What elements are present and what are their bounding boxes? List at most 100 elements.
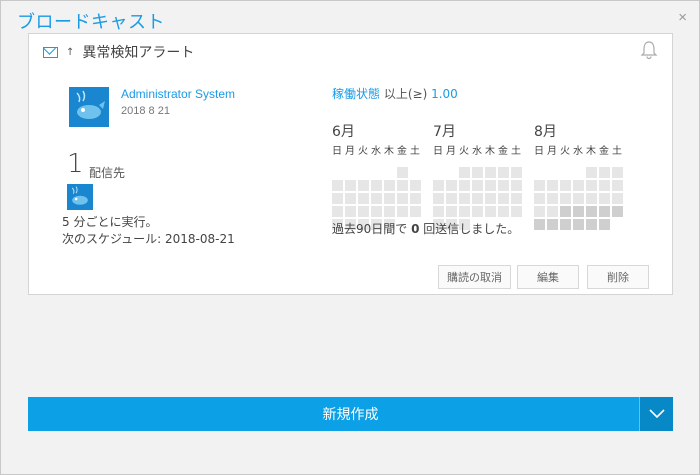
heatmap-cell [586,180,597,191]
up-arrow-icon: ↑ [66,46,75,58]
heatmap-cell [384,180,395,191]
heatmap-cell [612,219,623,230]
new-broadcast-button[interactable]: 新規作成 [28,397,673,431]
heatmap-cell [511,167,522,178]
run-interval: 5 分ごとに実行。 [62,215,158,229]
dialog-title: ブロードキャスト [17,12,165,33]
author-avatar [69,87,109,127]
heatmap-cell [485,206,496,217]
author-name[interactable]: Administrator System [121,87,235,101]
heatmap-cell [547,219,558,230]
heatmap-cell [534,167,545,178]
heatmap-cell [358,180,369,191]
heatmap-cell [384,193,395,204]
weekday-label: 土 [511,146,521,157]
heatmap-cell [511,206,522,217]
weekday-label: 金 [397,146,407,157]
heatmap-cell [397,193,408,204]
heatmap-cell [371,167,382,178]
heatmap-cell [612,193,623,204]
condition-value: 1.00 [431,87,458,101]
weekday-label: 金 [498,146,508,157]
weekday-label: 木 [485,146,495,157]
weekday-label: 土 [410,146,420,157]
weekday-label: 水 [472,146,482,157]
weekday-label: 日 [534,146,544,157]
heatmap-cell [547,193,558,204]
card-header: ↑ 異常検知アラート [43,42,194,62]
heatmap-cell [459,180,470,191]
heatmap-cell [498,167,509,178]
unsubscribe-button[interactable]: 購読の取消 [438,265,511,289]
edit-button[interactable]: 編集 [517,265,579,289]
weekday-label: 月 [547,146,557,157]
month-label: 6月 [332,124,355,140]
heatmap-cell [586,219,597,230]
heatmap-cell [547,206,558,217]
heatmap-cell [599,206,610,217]
heatmap-cell [560,167,571,178]
heatmap-cell [485,167,496,178]
heatmap-cell [446,180,457,191]
weekday-label: 水 [573,146,583,157]
month-label: 8月 [534,124,557,140]
weekday-label: 水 [371,146,381,157]
heatmap-cell [498,180,509,191]
heatmap-cell [612,180,623,191]
heatmap-cell [472,193,483,204]
heatmap-cell [433,206,444,217]
condition-metric[interactable]: 稼働状態 [332,87,380,101]
weekday-label: 日 [433,146,443,157]
heatmap-cell [586,206,597,217]
heatmap-cell [446,193,457,204]
condition-operator: 以上(≥) [380,87,432,101]
heatmap-cell [534,206,545,217]
weekday-label: 月 [446,146,456,157]
calendar-month-july: 7月 日月火水木金土 [433,121,524,230]
heatmap-cell [410,206,421,217]
heatmap-cell [472,167,483,178]
heatmap-cell [612,167,623,178]
author-date: 2018 8 21 [121,105,170,117]
weekday-row: 日月火水木金土 [534,142,625,157]
month-label: 7月 [433,124,456,140]
recipient-count: 1 [67,149,84,179]
heatmap-cell [332,180,343,191]
heatmap-cell [371,193,382,204]
heatmap-cell [560,180,571,191]
heatmap-cell [534,219,545,230]
chevron-down-icon[interactable] [639,397,673,431]
heatmap-cell [472,180,483,191]
heatmap-cell [560,193,571,204]
heatmap-cell [547,180,558,191]
heatmap-cell [599,193,610,204]
heatmap-cell [472,206,483,217]
heatmap-cell [332,193,343,204]
weekday-label: 火 [459,146,469,157]
heatmap-cell [485,180,496,191]
weekday-row: 日月火水木金土 [332,142,423,157]
recipient-label: 配信先 [89,166,126,180]
schedule-info: 5 分ごとに実行。 次のスケジュール: 2018-08-21 [62,214,235,248]
heatmap-cell [511,193,522,204]
close-icon[interactable]: × [678,9,687,26]
alert-title: 異常検知アラート [82,45,195,61]
heatmap-cell [599,167,610,178]
heatmap-cell [498,193,509,204]
heatmap-cell [599,219,610,230]
weekday-label: 日 [332,146,342,157]
heatmap-cell [397,167,408,178]
heatmap-cell [534,193,545,204]
heatmap-cell [384,167,395,178]
heatmap-cell [534,180,545,191]
heatmap-cell [410,180,421,191]
bell-icon[interactable] [640,40,658,65]
heatmap-cell [573,193,584,204]
heatmap-cell [498,206,509,217]
heatmap-cell [433,180,444,191]
heatmap-cell [345,167,356,178]
delete-button[interactable]: 削除 [587,265,649,289]
calendar-month-august: 8月 日月火水木金土 [534,121,625,230]
broadcast-dialog: ブロードキャスト × ↑ 異常検知アラート Administrator Syst… [0,0,700,475]
heatmap-cell [511,180,522,191]
